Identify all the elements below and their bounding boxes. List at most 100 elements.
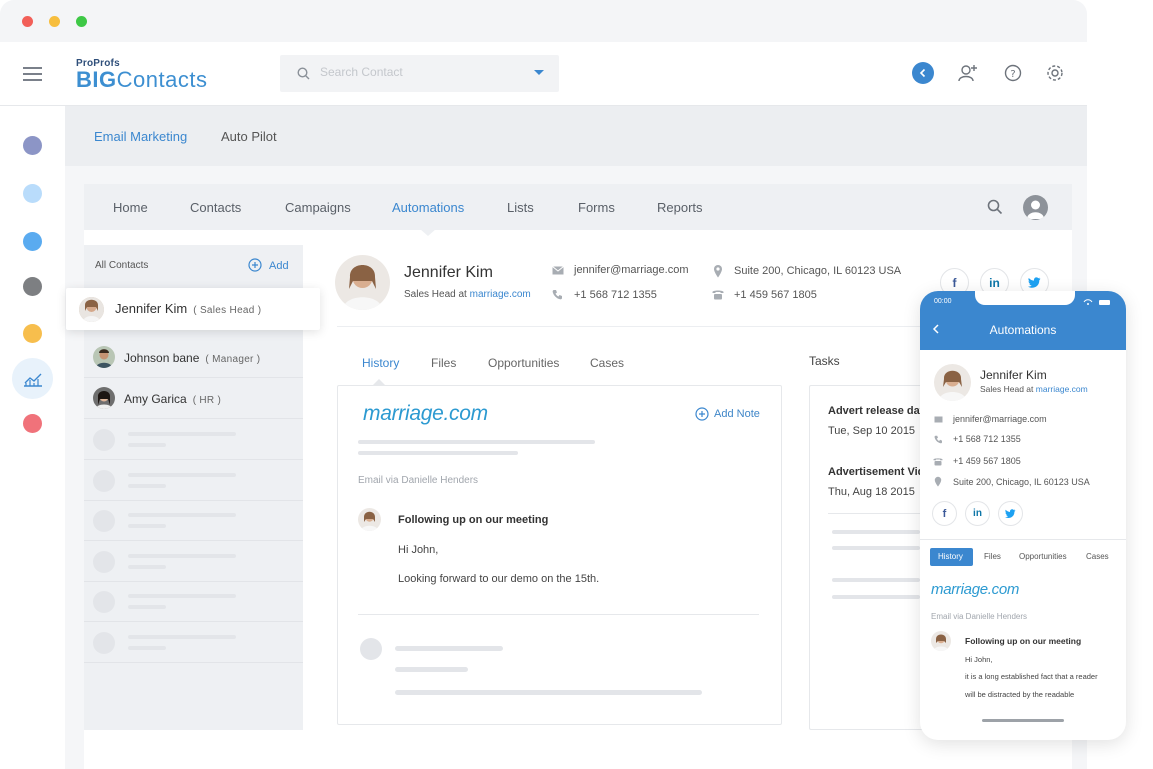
linkedin-icon: in — [973, 508, 982, 519]
mobile-linkedin-button[interactable]: in — [965, 501, 990, 526]
add-user-button[interactable] — [957, 62, 979, 84]
contact-avatar — [79, 297, 104, 322]
svg-text:?: ? — [1010, 69, 1015, 80]
rail-item-3[interactable] — [23, 232, 42, 251]
mobile-sender-avatar — [931, 631, 951, 651]
mobile-profile-avatar — [934, 364, 971, 401]
nav-home[interactable]: Home — [113, 200, 148, 215]
placeholder-line — [832, 578, 920, 582]
rail-item-6[interactable] — [23, 414, 42, 433]
profile-phone[interactable]: +1 568 712 1355 — [574, 289, 657, 301]
module-tabs — [65, 106, 1087, 166]
nav-forms[interactable]: Forms — [578, 200, 615, 215]
profile-title: Sales Head at marriage.com — [404, 289, 531, 300]
logo[interactable]: ProProfs BIGContacts — [76, 58, 207, 91]
tab-history[interactable]: History — [362, 356, 399, 370]
task-title[interactable]: Advertisement Vid — [828, 466, 920, 478]
mobile-email-greeting: Hi John, — [965, 655, 993, 664]
maximize-window-button[interactable] — [76, 16, 87, 27]
phone-icon — [934, 435, 942, 444]
tab-opportunities[interactable]: Opportunities — [488, 356, 559, 370]
brand-logo: marriage.com — [363, 402, 488, 425]
placeholder-line — [832, 530, 920, 534]
tasks-title: Tasks — [809, 354, 840, 368]
close-window-button[interactable] — [22, 16, 33, 27]
mobile-tab-history[interactable]: History — [938, 552, 963, 561]
rail-item-4[interactable] — [23, 277, 42, 296]
nav-lists[interactable]: Lists — [507, 200, 534, 215]
mobile-landline[interactable]: +1 459 567 1805 — [953, 456, 1021, 466]
mobile-email-via: Email via Danielle Henders — [931, 612, 1028, 621]
left-rail — [0, 106, 65, 769]
mobile-email-line1: it is a long established fact that a rea… — [965, 672, 1098, 681]
profile-name: Jennifer Kim — [404, 264, 493, 281]
contact-row-placeholder — [84, 501, 303, 541]
add-user-icon — [958, 65, 977, 82]
tab-auto-pilot[interactable]: Auto Pilot — [221, 129, 277, 144]
nav-automations[interactable]: Automations — [392, 200, 464, 215]
facebook-icon: f — [952, 275, 957, 290]
email-via: Email via Danielle Henders — [358, 475, 479, 486]
search-bar[interactable] — [280, 55, 559, 92]
title-bar — [0, 0, 1087, 42]
mail-icon — [934, 416, 943, 423]
location-pin-icon — [714, 265, 722, 278]
company-link[interactable]: marriage.com — [470, 289, 531, 300]
contact-row-placeholder — [84, 461, 303, 501]
contact-name: Jennifer Kim( Sales Head ) — [115, 301, 262, 316]
mail-icon — [552, 266, 564, 275]
search-input[interactable] — [320, 65, 510, 79]
mobile-home-indicator — [982, 719, 1064, 722]
profile-email[interactable]: jennifer@marriage.com — [574, 264, 689, 276]
add-circle-icon[interactable] — [695, 407, 709, 421]
placeholder-line — [395, 646, 503, 651]
user-icon — [1027, 200, 1044, 219]
contact-row-selected[interactable]: Jennifer Kim( Sales Head ) — [66, 288, 320, 330]
rail-item-5[interactable] — [23, 324, 42, 343]
mobile-email[interactable]: jennifer@marriage.com — [953, 414, 1047, 424]
hamburger-menu-icon[interactable] — [23, 67, 42, 85]
contact-name: Amy Garica( HR ) — [124, 392, 222, 406]
contact-avatar — [93, 387, 115, 409]
mobile-tab-files[interactable]: Files — [984, 552, 1001, 561]
user-avatar[interactable] — [1023, 195, 1048, 220]
mobile-tab-cases[interactable]: Cases — [1086, 552, 1109, 561]
telephone-icon — [712, 290, 724, 300]
contact-row[interactable]: Johnson bane( Manager ) — [84, 338, 303, 378]
placeholder-line — [832, 546, 920, 550]
minimize-window-button[interactable] — [49, 16, 60, 27]
mobile-facebook-button[interactable]: f — [932, 501, 957, 526]
collapse-button[interactable] — [912, 62, 934, 84]
tab-files[interactable]: Files — [431, 356, 456, 370]
rail-item-2[interactable] — [23, 184, 42, 203]
rail-item-1[interactable] — [23, 136, 42, 155]
nav-campaigns[interactable]: Campaigns — [285, 200, 351, 215]
mobile-tab-opportunities[interactable]: Opportunities — [1019, 552, 1067, 561]
add-contact-button[interactable]: Add — [269, 260, 289, 272]
task-title[interactable]: Advert release date — [828, 405, 920, 417]
contact-row[interactable]: Amy Garica( HR ) — [84, 379, 303, 419]
nav-reports[interactable]: Reports — [657, 200, 703, 215]
mobile-phone[interactable]: +1 568 712 1355 — [953, 434, 1021, 444]
mobile-notch — [975, 291, 1075, 305]
rail-item-analytics[interactable] — [12, 358, 53, 399]
add-circle-icon[interactable] — [248, 258, 262, 272]
email-greeting: Hi John, — [398, 544, 439, 556]
telephone-icon — [933, 458, 943, 466]
mobile-twitter-button[interactable] — [998, 501, 1023, 526]
mobile-email-subject: Following up on our meeting — [965, 636, 1082, 646]
mobile-brand-logo: marriage.com — [931, 581, 1020, 598]
add-note-button[interactable]: Add Note — [714, 408, 760, 420]
tab-email-marketing[interactable]: Email Marketing — [94, 129, 187, 144]
settings-button[interactable] — [1044, 62, 1066, 84]
divider — [828, 513, 920, 514]
search-icon[interactable] — [987, 199, 1003, 215]
mobile-title: Automations — [989, 323, 1057, 337]
help-button[interactable]: ? — [1002, 62, 1024, 84]
profile-landline[interactable]: +1 459 567 1805 — [734, 289, 817, 301]
facebook-icon: f — [942, 507, 947, 520]
chevron-down-icon[interactable] — [533, 69, 545, 77]
nav-contacts[interactable]: Contacts — [190, 200, 241, 215]
location-pin-icon — [934, 476, 942, 487]
tab-cases[interactable]: Cases — [590, 356, 624, 370]
